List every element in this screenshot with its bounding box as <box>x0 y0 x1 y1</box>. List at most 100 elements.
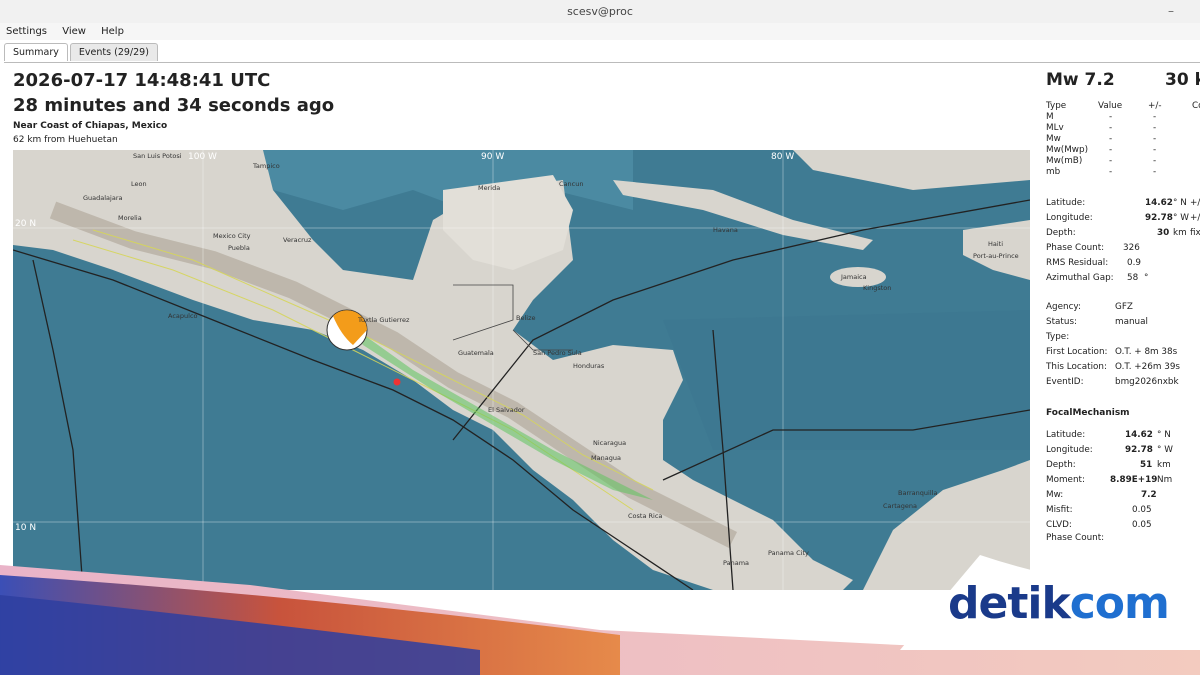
mag-row-value: - <box>1109 167 1113 177</box>
fm-label: Depth: <box>1046 460 1076 470</box>
origin-extra: +/- 2 km <box>1190 198 1200 208</box>
mag-row-pm: - <box>1153 145 1157 155</box>
place-label: Belize <box>516 314 535 322</box>
place-label: Nicaragua <box>593 439 626 447</box>
map-canvas: 100 W 90 W 80 W 20 N 10 N San Luis Potos… <box>13 150 1030 590</box>
origin-value: 14.62 <box>1145 198 1173 208</box>
place-label: Havana <box>713 226 738 234</box>
mag-row-value: - <box>1109 134 1113 144</box>
origin-info: Latitude: 14.62 ° N +/- 2 km Longitude: … <box>1046 198 1200 288</box>
place-label: Cancun <box>559 180 583 188</box>
magnitude-table: Type Value +/- Co M - - MLv - - Mw - - M… <box>1046 101 1200 181</box>
tab-bar: Summary Events (29/29) <box>4 43 160 62</box>
place-label: Honduras <box>573 362 605 370</box>
event-map[interactable]: 100 W 90 W 80 W 20 N 10 N San Luis Potos… <box>13 150 1030 590</box>
caribbean-sea <box>663 310 1030 450</box>
magnitude-headline: Mw 7.2 <box>1046 70 1115 90</box>
event-time: 2026-07-17 14:48:41 UTC <box>13 70 271 91</box>
depth-headline: 30 k <box>1165 70 1200 90</box>
event-ago: 28 minutes and 34 seconds ago <box>13 95 335 116</box>
focal-mechanism-info: Latitude: 14.62 ° N Longitude: 92.78 ° W… <box>1046 430 1200 545</box>
event-info: Agency: GFZ Status: manual Type: First L… <box>1046 302 1200 392</box>
fm-value: 51 <box>1140 460 1153 470</box>
fm-value: 8.89E+19 <box>1110 475 1158 485</box>
mag-row-value: - <box>1109 112 1113 122</box>
focal-mechanism-title: FocalMechanism <box>1046 408 1130 418</box>
place-label: Veracruz <box>283 236 312 244</box>
fm-value: 92.78 <box>1125 445 1153 455</box>
mag-row-type: mb <box>1046 167 1061 177</box>
place-label: Managua <box>591 454 621 462</box>
grid-label-80w: 80 W <box>771 152 794 162</box>
origin-label: Longitude: <box>1046 213 1093 223</box>
origin-label: RMS Residual: <box>1046 258 1109 268</box>
window-titlebar: scesv@proc – <box>0 0 1200 24</box>
mag-header-type: Type <box>1046 101 1067 111</box>
origin-value: 30 <box>1157 228 1170 238</box>
place-label: Cartagena <box>883 502 917 510</box>
place-label: Barranquilla <box>898 489 937 497</box>
grid-label-20n: 20 N <box>15 219 36 229</box>
origin-label: Azimuthal Gap: <box>1046 273 1114 283</box>
minimize-icon[interactable]: – <box>1168 0 1174 23</box>
info-label: This Location: <box>1046 362 1107 372</box>
mag-row-pm: - <box>1153 167 1157 177</box>
origin-extra: fixed <box>1190 228 1200 238</box>
mag-row-value: - <box>1109 145 1113 155</box>
origin-label: Depth: <box>1046 228 1076 238</box>
origin-extra: +/- 3 km <box>1190 213 1200 223</box>
place-label: San Luis Potosi <box>133 152 182 160</box>
place-label: Leon <box>131 180 147 188</box>
menu-settings[interactable]: Settings <box>6 23 47 40</box>
place-label: Merida <box>478 184 500 192</box>
place-label: El Salvador <box>488 406 525 414</box>
logo-part-a: detik <box>948 578 1071 629</box>
place-label: Mexico City <box>213 232 251 240</box>
origin-label: Latitude: <box>1046 198 1086 208</box>
detik-logo: detikcom <box>948 578 1170 629</box>
fm-label: CLVD: <box>1046 520 1072 530</box>
epicenter-marker[interactable] <box>393 378 401 386</box>
menu-view[interactable]: View <box>62 23 86 40</box>
place-label: Acapulco <box>168 312 198 320</box>
place-label: San Pedro Sula <box>533 349 582 357</box>
mag-row-pm: - <box>1153 123 1157 133</box>
fm-unit: km <box>1157 460 1171 470</box>
info-label: Type: <box>1046 332 1070 342</box>
tab-summary[interactable]: Summary <box>4 43 68 61</box>
info-label: Agency: <box>1046 302 1081 312</box>
event-nearest: 62 km from Huehuetan <box>13 135 118 145</box>
tab-events[interactable]: Events (29/29) <box>69 43 158 61</box>
info-value: manual <box>1115 317 1148 327</box>
place-label: Costa Rica <box>628 512 662 520</box>
fm-unit: ° N <box>1157 430 1171 440</box>
mag-header-value: Value <box>1098 101 1123 111</box>
mag-row-type: Mw <box>1046 134 1061 144</box>
place-label: Guadalajara <box>83 194 122 202</box>
grid-label-90w: 90 W <box>481 152 504 162</box>
place-label: Tuxtla Gutierrez <box>357 316 410 324</box>
origin-value: 326 <box>1123 243 1140 253</box>
menu-help[interactable]: Help <box>101 23 124 40</box>
mag-header-count: Co <box>1192 101 1200 111</box>
info-value: GFZ <box>1115 302 1133 312</box>
place-label: Puebla <box>228 244 250 252</box>
logo-part-b: com <box>1069 578 1170 629</box>
place-label: Port-au-Prince <box>973 252 1019 260</box>
fm-label: Latitude: <box>1046 430 1086 440</box>
fm-unit: ° W <box>1157 445 1173 455</box>
place-label: Haiti <box>988 240 1003 248</box>
origin-value: 58 <box>1127 273 1139 283</box>
place-label: Tampico <box>252 162 280 170</box>
event-region: Near Coast of Chiapas, Mexico <box>13 121 168 131</box>
fm-label: Mw: <box>1046 490 1064 500</box>
place-label: Kingston <box>863 284 891 292</box>
grid-label-100w: 100 W <box>188 152 217 162</box>
mag-row-pm: - <box>1153 156 1157 166</box>
fm-value: 7.2 <box>1141 490 1157 500</box>
origin-unit: km <box>1173 228 1187 238</box>
fm-label: Moment: <box>1046 475 1085 485</box>
origin-value: 0.9 <box>1127 258 1141 268</box>
fm-value: 0.05 <box>1132 520 1152 530</box>
info-value: O.T. +26m 39s <box>1115 362 1180 372</box>
